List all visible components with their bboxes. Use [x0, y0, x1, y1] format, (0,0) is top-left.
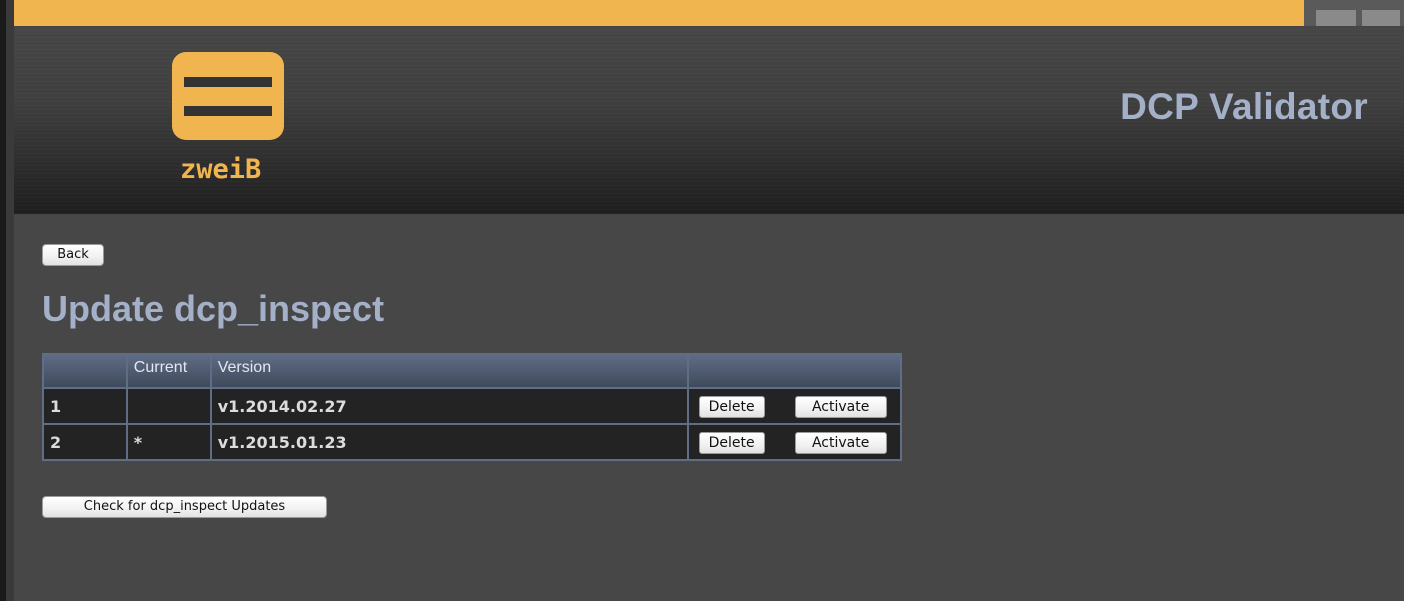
back-button[interactable]: Back [42, 244, 104, 266]
table-row: 2 * v1.2015.01.23 Delete Activate [42, 423, 903, 461]
delete-button[interactable]: Delete [698, 396, 765, 418]
current-marker [125, 387, 212, 425]
column-header-actions [686, 353, 903, 389]
top-right-segment [1362, 10, 1400, 26]
versions-table: Current Version 1 v1.2014.02.27 Delete A… [42, 353, 903, 461]
version-cell: v1.2015.01.23 [209, 423, 689, 461]
activate-button[interactable]: Activate [794, 396, 887, 418]
table-row: 1 v1.2014.02.27 Delete Activate [42, 387, 903, 425]
table-header-row: Current Version [42, 353, 903, 389]
column-header-version: Version [209, 353, 689, 389]
app-title: DCP Validator [1120, 86, 1368, 127]
zweib-logo: zweiB [170, 52, 284, 202]
version-cell: v1.2014.02.27 [209, 387, 689, 425]
window-left-edge [0, 0, 14, 601]
column-header-current: Current [125, 353, 212, 389]
top-accent-bar [14, 0, 1304, 26]
current-marker: * [125, 423, 212, 461]
column-header-index [42, 353, 128, 389]
top-right-segment [1316, 10, 1356, 26]
logo-text: zweiB [180, 154, 262, 185]
activate-button[interactable]: Activate [794, 432, 887, 454]
actions-cell: Delete Activate [686, 423, 903, 461]
zweib-logo-mark-icon [172, 52, 284, 140]
page-title: Update dcp_inspect [42, 288, 385, 329]
header: zweiB DCP Validator [14, 26, 1404, 214]
row-number: 1 [42, 387, 128, 425]
row-number: 2 [42, 423, 128, 461]
top-right-bar [1304, 0, 1404, 26]
check-updates-button[interactable]: Check for dcp_inspect Updates [42, 496, 327, 518]
actions-cell: Delete Activate [686, 387, 903, 425]
delete-button[interactable]: Delete [698, 432, 765, 454]
